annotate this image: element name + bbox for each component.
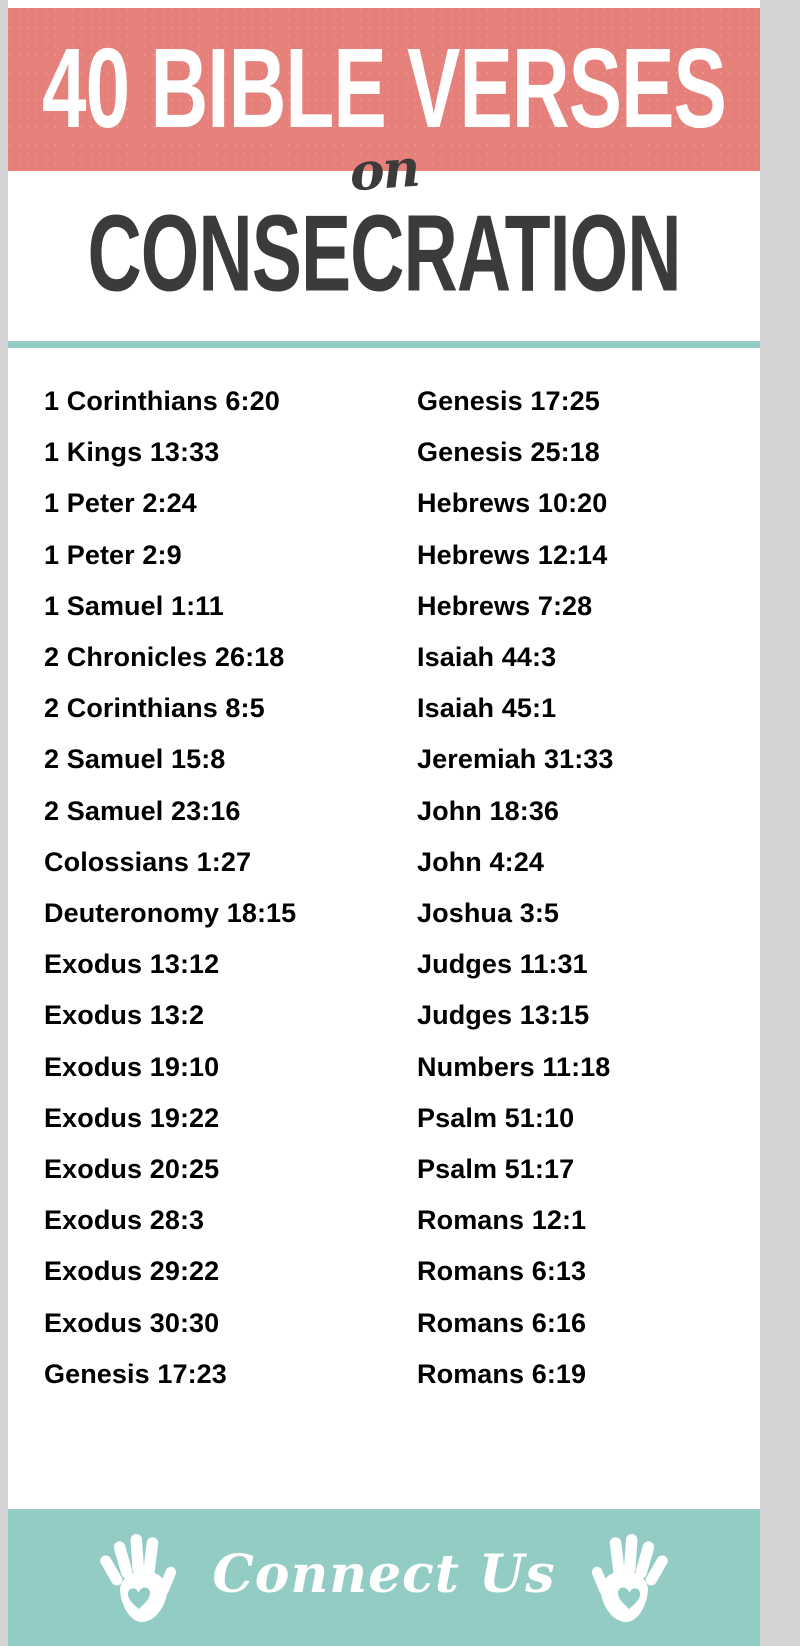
- verse-reference: Hebrews 7:28: [417, 590, 593, 621]
- verse-reference: Psalm 51:10: [417, 1102, 575, 1133]
- poster-sheet: 40 BIBLE VERSES on CONSECRATION 1 Corint…: [8, 0, 760, 1646]
- handprint-icon: [100, 1530, 186, 1626]
- brand-footer: Connect Us: [8, 1509, 760, 1646]
- verse-reference: Romans 6:19: [417, 1358, 587, 1389]
- verse-reference: Judges 11:31: [417, 949, 588, 980]
- verse-reference: 1 Peter 2:9: [44, 539, 182, 570]
- verse-reference: Exodus 20:25: [44, 1154, 220, 1185]
- verse-column-right: Genesis 17:25 Genesis 25:18 Hebrews 10:20 H…: [387, 376, 760, 1501]
- verse-reference: Jeremiah 31:33: [417, 744, 614, 775]
- verse-reference: Joshua 3:5: [417, 898, 560, 929]
- verse-reference: 1 Peter 2:24: [44, 488, 197, 519]
- verse-reference: Exodus 29:22: [44, 1256, 220, 1287]
- verse-reference: Isaiah 45:1: [417, 693, 557, 724]
- verse-reference: John 4:24: [417, 846, 544, 877]
- verse-reference: 2 Samuel 23:16: [44, 795, 241, 826]
- verse-reference: Exodus 28:3: [44, 1205, 205, 1236]
- verse-reference: Genesis 17:23: [44, 1358, 227, 1389]
- brand-name: Connect Us: [212, 1544, 556, 1605]
- verse-reference: Romans 6:13: [417, 1256, 587, 1287]
- verse-reference: 1 Samuel 1:11: [44, 590, 224, 621]
- verse-reference: Exodus 30:30: [44, 1307, 220, 1338]
- verse-reference: 2 Corinthians 8:5: [44, 693, 265, 724]
- verse-reference: Colossians 1:27: [44, 846, 252, 877]
- verse-reference: Isaiah 44:3: [417, 642, 557, 673]
- page-subtitle: CONSECRATION: [87, 192, 681, 314]
- verse-reference: Genesis 17:25: [417, 386, 600, 416]
- verse-reference: 1 Corinthians 6:20: [44, 386, 280, 416]
- verse-reference: Romans 12:1: [417, 1205, 587, 1236]
- verse-reference: Hebrews 12:14: [417, 539, 608, 570]
- pinterest-poster: 40 BIBLE VERSES on CONSECRATION 1 Corint…: [0, 0, 800, 1646]
- verse-reference: Exodus 19:22: [44, 1102, 220, 1133]
- verse-reference: Exodus 19:10: [44, 1051, 220, 1082]
- verse-reference: Psalm 51:17: [417, 1154, 575, 1185]
- verse-reference: 1 Kings 13:33: [44, 437, 220, 468]
- verse-reference: Numbers 11:18: [417, 1051, 611, 1082]
- verse-reference: 2 Chronicles 26:18: [44, 642, 285, 673]
- verse-reference: Judges 13:15: [417, 1000, 590, 1031]
- verse-reference: Deuteronomy 18:15: [44, 898, 297, 929]
- verse-reference: Hebrews 10:20: [417, 488, 608, 519]
- verse-column-left: 1 Corinthians 6:20 1 Kings 13:33 1 Peter 2…: [8, 376, 387, 1501]
- handprint-icon: [582, 1530, 668, 1626]
- verse-reference: Romans 6:16: [417, 1307, 587, 1338]
- verse-reference: 2 Samuel 15:8: [44, 744, 226, 775]
- accent-divider: [8, 341, 760, 348]
- verse-reference: Exodus 13:12: [44, 949, 220, 980]
- verse-reference: John 18:36: [417, 795, 560, 826]
- verse-reference: Exodus 13:2: [44, 1000, 205, 1031]
- verse-list: 1 Corinthians 6:20 1 Kings 13:33 1 Peter 2…: [8, 376, 760, 1501]
- verse-reference: Genesis 25:18: [417, 437, 600, 468]
